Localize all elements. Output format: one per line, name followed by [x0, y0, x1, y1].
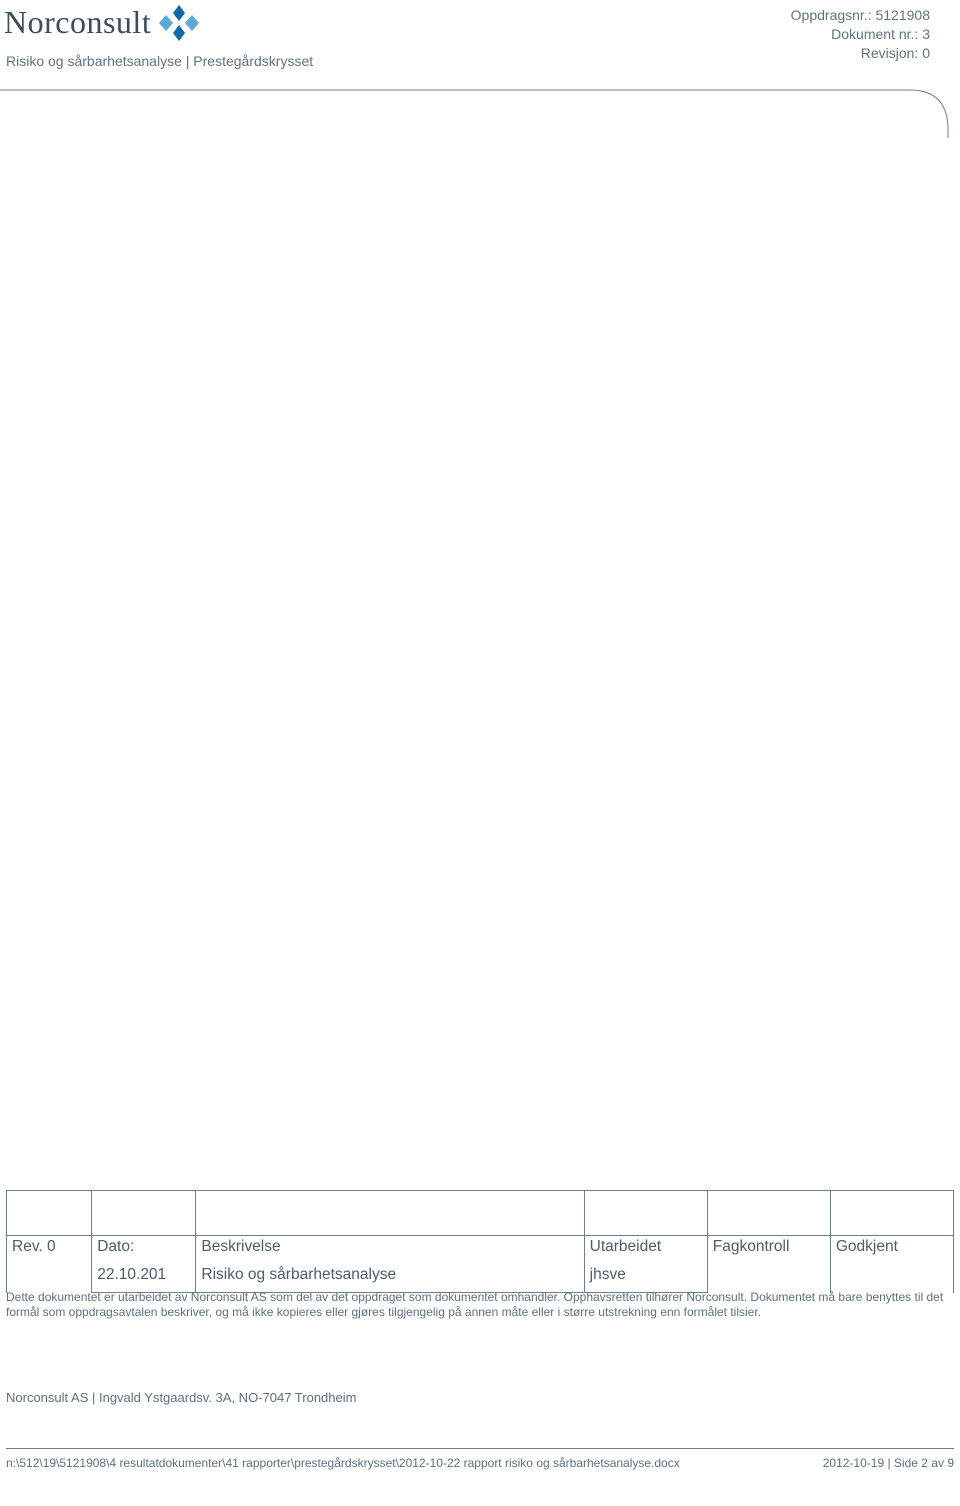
cell-dato-label: Dato:: [92, 1236, 196, 1265]
company-name: Norconsult: [4, 4, 151, 38]
subtitle-sep: |: [182, 53, 193, 69]
revision-table: Rev. 0 Dato: Beskrivelse Utarbeidet Fagk…: [6, 1190, 954, 1293]
subtitle-left: Risiko og sårbarhetsanalyse: [6, 53, 182, 69]
cell-utarbeidet-value: jhsve: [584, 1264, 707, 1293]
document-page: Norconsult Risiko og sårbarhetsanalyse |…: [0, 0, 960, 1506]
page-header: Norconsult Risiko og sårbarhetsanalyse |…: [0, 0, 960, 69]
footer-date: 2012-10-19: [823, 1456, 884, 1470]
footer-page-of: av: [928, 1456, 947, 1470]
cell-empty: [584, 1191, 707, 1236]
oppdragsnr-value: 5121908: [875, 7, 930, 23]
cell-beskrivelse-value: Risiko og sårbarhetsanalyse: [196, 1264, 584, 1293]
dokumentnr-value: 3: [922, 26, 930, 42]
page-frame-top: [0, 78, 960, 138]
cell-rev: Rev. 0: [7, 1236, 92, 1293]
cell-empty: [196, 1191, 584, 1236]
revision-block: Rev. 0 Dato: Beskrivelse Utarbeidet Fagk…: [6, 1190, 954, 1293]
revisjon-value: 0: [922, 45, 930, 61]
cell-empty: [7, 1191, 92, 1236]
revision-header-row: Rev. 0 Dato: Beskrivelse Utarbeidet Fagk…: [7, 1236, 954, 1265]
company-address: Norconsult AS | Ingvald Ystgaardsv. 3A, …: [6, 1390, 356, 1405]
footer-rule: [6, 1448, 954, 1449]
cell-empty: [830, 1191, 953, 1236]
cell-utarbeidet-label: Utarbeidet: [584, 1236, 707, 1265]
dokumentnr-label: Dokument nr.:: [831, 26, 922, 42]
cell-dato-value: 22.10.201: [92, 1264, 196, 1293]
dokumentnr-line: Dokument nr.: 3: [791, 25, 930, 44]
footer-pageinfo: 2012-10-19 | Side 2 av 9: [823, 1456, 954, 1470]
oppdragsnr-label: Oppdragsnr.:: [791, 7, 876, 23]
cell-fagkontroll: Fagkontroll: [707, 1236, 830, 1293]
footer-path: n:\512\19\5121908\4 resultatdokumenter\4…: [6, 1456, 680, 1470]
footer-page-current: 2: [921, 1456, 928, 1470]
revisjon-label: Revisjon:: [861, 45, 922, 61]
footer-page-label: Side: [894, 1456, 921, 1470]
oppdragsnr-line: Oppdragsnr.: 5121908: [791, 6, 930, 25]
cell-empty: [707, 1191, 830, 1236]
cell-beskrivelse-label: Beskrivelse: [196, 1236, 584, 1265]
cell-empty: [92, 1191, 196, 1236]
norconsult-logo-icon: [159, 4, 199, 47]
subtitle-right: Prestegårdskrysset: [193, 53, 313, 69]
header-meta: Oppdragsnr.: 5121908 Dokument nr.: 3 Rev…: [791, 6, 930, 63]
revisjon-line: Revisjon: 0: [791, 44, 930, 63]
revision-empty-row: [7, 1191, 954, 1236]
page-footer: n:\512\19\5121908\4 resultatdokumenter\4…: [6, 1456, 954, 1470]
cell-godkjent: Godkjent: [830, 1236, 953, 1293]
disclaimer-text: Dette dokumentet er utarbeidet av Norcon…: [6, 1290, 954, 1320]
footer-page-total: 9: [947, 1456, 954, 1470]
footer-sep: |: [884, 1456, 894, 1470]
